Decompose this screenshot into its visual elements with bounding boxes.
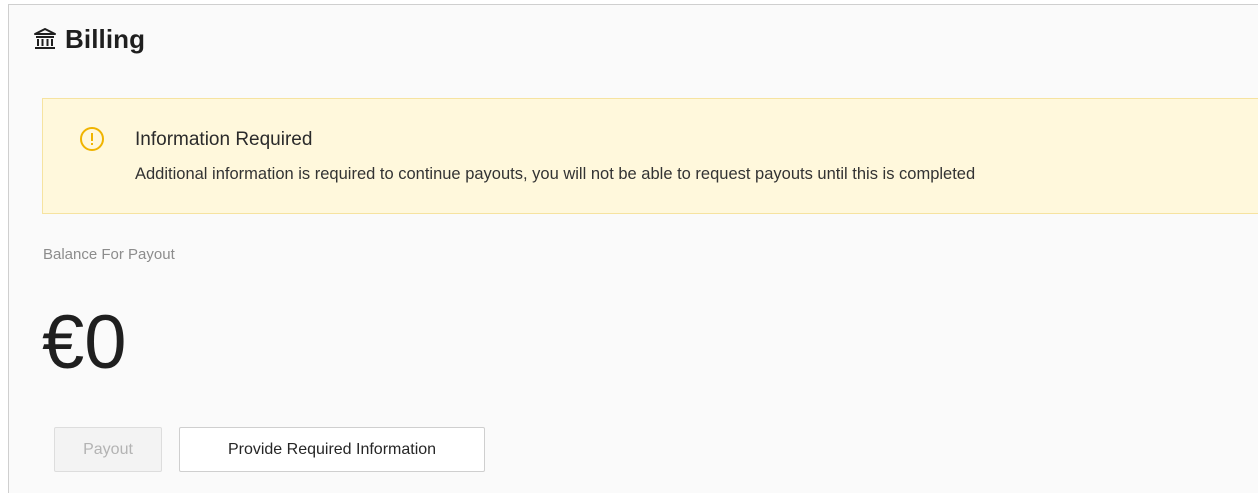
- balance-value: €0: [42, 300, 127, 385]
- page-header: Billing: [33, 21, 145, 57]
- provide-required-information-button[interactable]: Provide Required Information: [179, 427, 485, 472]
- information-required-alert: Information Required Additional informat…: [42, 98, 1258, 214]
- alert-message: Additional information is required to co…: [135, 165, 976, 183]
- balance-label: Balance For Payout: [43, 246, 175, 263]
- billing-panel: Billing Information Required Additional …: [8, 4, 1258, 493]
- payout-button[interactable]: Payout: [54, 427, 162, 472]
- warning-circle-icon: [79, 126, 105, 152]
- page-title: Billing: [65, 23, 146, 54]
- alert-title: Information Required: [135, 129, 313, 150]
- bank-icon: [33, 27, 57, 51]
